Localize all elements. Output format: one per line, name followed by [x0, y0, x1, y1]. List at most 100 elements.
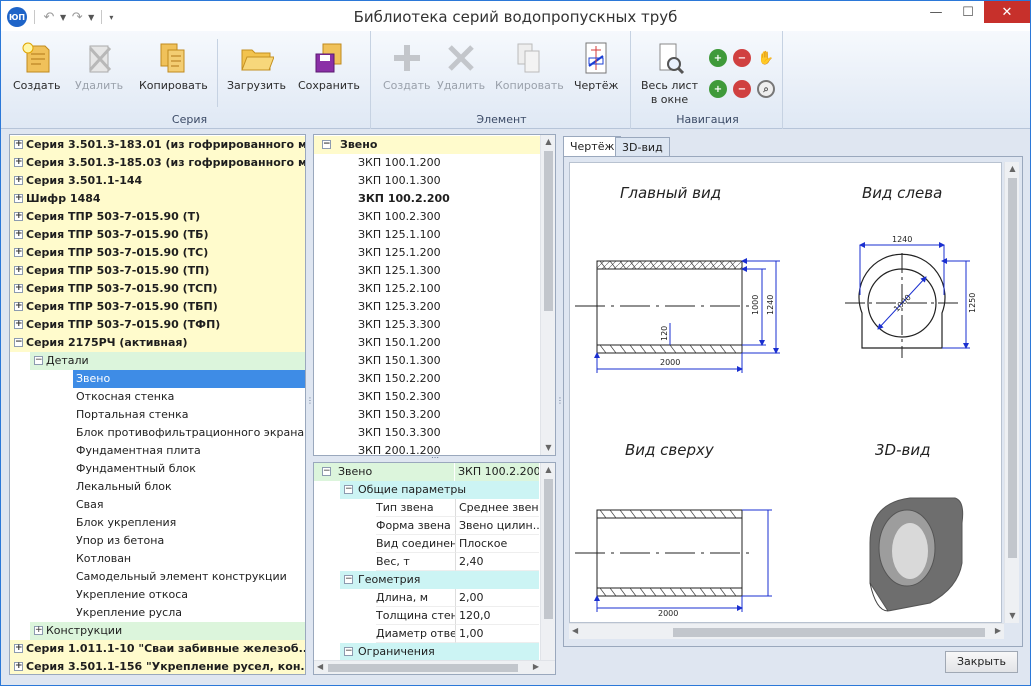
properties-vscroll[interactable]: ▲▼: [540, 463, 555, 674]
expand-icon[interactable]: +: [14, 248, 23, 257]
redo-icon[interactable]: ↷: [70, 10, 84, 25]
undo-dropdown-icon[interactable]: ▼: [60, 13, 66, 22]
expand-icon[interactable]: +: [14, 140, 23, 149]
series-item-active[interactable]: − Серия 2175РЧ (активная): [10, 334, 305, 352]
scroll-up-icon[interactable]: ▲: [541, 135, 555, 149]
element-delete-button[interactable]: Удалить: [437, 37, 485, 92]
element-item[interactable]: ЗКП 125.2.100: [358, 280, 540, 298]
series-item[interactable]: + Серия 3.501.1-156 "Укрепление русел, ко…: [10, 658, 305, 674]
scroll-thumb[interactable]: [1008, 178, 1017, 558]
series-load-button[interactable]: Загрузить: [227, 37, 286, 92]
series-item[interactable]: + Серия 3.501.3-183.01 (из гофрированного…: [10, 136, 305, 154]
detail-item[interactable]: Блок противофильтрационного экрана: [73, 424, 305, 442]
collapse-icon[interactable]: −: [34, 356, 43, 365]
series-item[interactable]: + Серия ТПР 503-7-015.90 (ТФП): [10, 316, 305, 334]
collapse-icon[interactable]: −: [14, 338, 23, 347]
element-item[interactable]: ЗКП 100.2.200: [358, 190, 540, 208]
element-item[interactable]: ЗКП 125.1.100: [358, 226, 540, 244]
customize-toolbar-icon[interactable]: ▾: [109, 13, 113, 22]
undo-icon[interactable]: ↶: [42, 10, 56, 25]
minimize-icon[interactable]: —: [920, 1, 952, 23]
element-item[interactable]: ЗКП 150.1.200: [358, 334, 540, 352]
series-item[interactable]: + Серия ТПР 503-7-015.90 (ТБ): [10, 226, 305, 244]
element-item[interactable]: ЗКП 150.3.200: [358, 406, 540, 424]
detail-item[interactable]: Блок укрепления: [73, 514, 305, 532]
expand-icon[interactable]: +: [14, 320, 23, 329]
detail-item[interactable]: Лекальный блок: [73, 478, 305, 496]
prop-value[interactable]: 120,0: [455, 607, 539, 625]
hscroll-thumb[interactable]: [673, 628, 985, 637]
prop-group-general[interactable]: − Общие параметры: [340, 481, 539, 499]
redo-dropdown-icon[interactable]: ▼: [88, 13, 94, 22]
detail-item[interactable]: Котлован: [73, 550, 305, 568]
series-item[interactable]: + Серия ТПР 503-7-015.90 (ТС): [10, 244, 305, 262]
expand-icon[interactable]: +: [14, 266, 23, 275]
element-item[interactable]: ЗКП 125.1.300: [358, 262, 540, 280]
close-window-icon[interactable]: ✕: [984, 1, 1030, 23]
zoom-window-icon[interactable]: ⌕: [757, 80, 775, 98]
scroll-down-icon[interactable]: ▼: [541, 441, 555, 455]
app-logo-icon[interactable]: ЮП: [7, 7, 27, 27]
element-item[interactable]: ЗКП 150.3.300: [358, 424, 540, 442]
scroll-thumb[interactable]: [544, 479, 553, 619]
detail-item[interactable]: Самодельный элемент конструкции: [73, 568, 305, 586]
scroll-down-icon[interactable]: ▼: [1005, 609, 1020, 623]
splitter-handle[interactable]: ⋮: [306, 396, 314, 405]
element-item[interactable]: ЗКП 100.1.300: [358, 172, 540, 190]
series-delete-button[interactable]: Удалить: [75, 37, 123, 92]
series-copy-button[interactable]: Копировать: [139, 37, 208, 92]
element-item[interactable]: ЗКП 150.2.200: [358, 370, 540, 388]
fit-whole-sheet-button[interactable]: Весь лист в окне: [641, 37, 698, 107]
prop-value[interactable]: 2,00: [455, 589, 539, 607]
expand-icon[interactable]: +: [14, 194, 23, 203]
scroll-left-icon[interactable]: ◀: [317, 662, 323, 671]
zoom-in-icon[interactable]: +: [709, 49, 727, 67]
scroll-up-icon[interactable]: ▲: [1005, 162, 1020, 176]
prop-root[interactable]: − Звено: [314, 463, 454, 481]
detail-item[interactable]: Упор из бетона: [73, 532, 305, 550]
expand-icon[interactable]: +: [14, 662, 23, 671]
detail-item[interactable]: Укрепление откоса: [73, 586, 305, 604]
series-item[interactable]: + Шифр 1484: [10, 190, 305, 208]
pan-hand-icon[interactable]: ✋: [757, 49, 775, 67]
drawing-vscroll[interactable]: ▲ ▼: [1004, 162, 1019, 623]
element-item[interactable]: ЗКП 100.2.300: [358, 208, 540, 226]
element-drawing-button[interactable]: Чертёж: [574, 37, 618, 92]
series-item[interactable]: + Серия 3.501.1-144: [10, 172, 305, 190]
tab-drawing[interactable]: Чертёж: [563, 136, 622, 157]
zoom-out-icon[interactable]: −: [733, 49, 751, 67]
splitter-handle[interactable]: ⋯: [431, 453, 439, 462]
expand-icon[interactable]: +: [14, 212, 23, 221]
expand-icon[interactable]: +: [14, 230, 23, 239]
element-copy-button[interactable]: Копировать: [495, 37, 564, 92]
scroll-thumb[interactable]: [544, 151, 553, 311]
drawing-hscroll[interactable]: ◀ ▶: [569, 623, 1004, 639]
elements-header[interactable]: − Звено: [314, 136, 540, 154]
collapse-icon[interactable]: −: [344, 575, 353, 584]
tree-group-constructions[interactable]: + Конструкции: [30, 622, 305, 640]
expand-icon[interactable]: +: [14, 284, 23, 293]
prop-value[interactable]: Плоское: [455, 535, 539, 553]
series-save-button[interactable]: Сохранить: [298, 37, 360, 92]
series-item[interactable]: + Серия ТПР 503-7-015.90 (Т): [10, 208, 305, 226]
properties-hscroll[interactable]: ◀ ▶: [314, 660, 555, 674]
detail-item[interactable]: Звено: [73, 370, 305, 388]
series-item[interactable]: + Серия 1.011.1-10 "Сваи забивные железоб…: [10, 640, 305, 658]
collapse-icon[interactable]: −: [344, 485, 353, 494]
prop-value[interactable]: 1,00: [455, 625, 539, 643]
zoom-in-step-icon[interactable]: +: [709, 80, 727, 98]
prop-value[interactable]: 2,40: [455, 553, 539, 571]
element-item[interactable]: ЗКП 150.1.300: [358, 352, 540, 370]
scroll-right-icon[interactable]: ▶: [995, 626, 1001, 635]
series-item[interactable]: + Серия ТПР 503-7-015.90 (ТП): [10, 262, 305, 280]
close-button[interactable]: Закрыть: [945, 651, 1018, 673]
detail-item[interactable]: Откосная стенка: [73, 388, 305, 406]
hscroll-thumb[interactable]: [328, 664, 518, 672]
zoom-out-step-icon[interactable]: −: [733, 80, 751, 98]
element-item[interactable]: ЗКП 100.1.200: [358, 154, 540, 172]
tab-3d-view[interactable]: 3D-вид: [615, 137, 670, 157]
series-item[interactable]: + Серия 3.501.3-185.03 (из гофрированного…: [10, 154, 305, 172]
detail-item[interactable]: Портальная стенка: [73, 406, 305, 424]
expand-icon[interactable]: +: [14, 158, 23, 167]
scroll-left-icon[interactable]: ◀: [572, 626, 578, 635]
